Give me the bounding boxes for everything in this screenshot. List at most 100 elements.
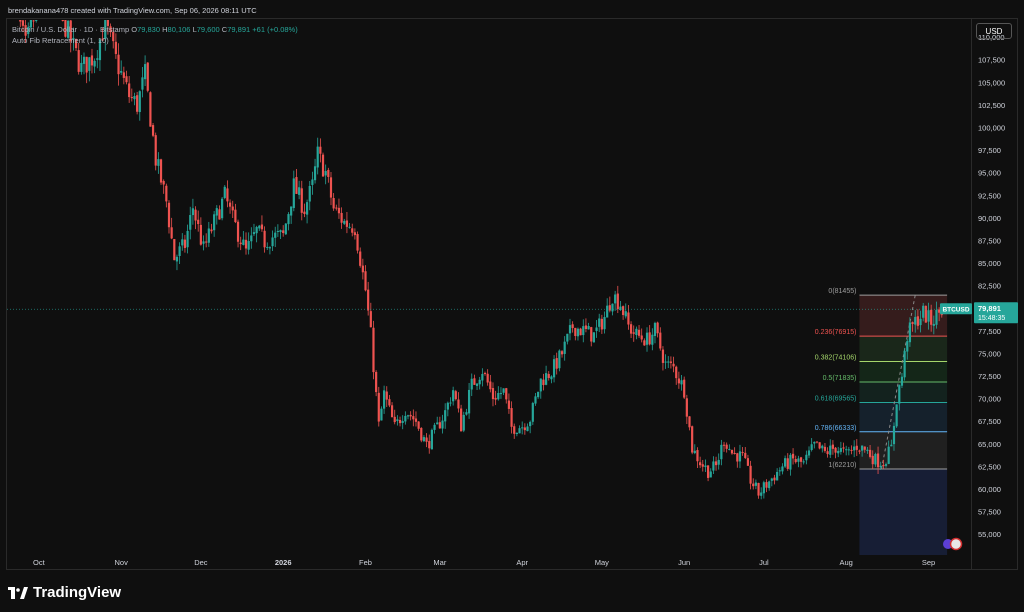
candle-body (406, 415, 410, 417)
candle-body (242, 239, 245, 245)
candle-body (685, 398, 688, 417)
candle-body (677, 378, 680, 384)
candle-body (247, 241, 250, 250)
candle-body (452, 390, 455, 402)
candle-body (762, 482, 765, 494)
candle-body (298, 187, 301, 195)
candle-body (728, 448, 731, 450)
candle-body (653, 322, 657, 337)
candle-body (938, 309, 941, 313)
candle-body (356, 234, 359, 251)
candle-body (579, 328, 582, 336)
fib-zone (859, 402, 948, 432)
candle-body (927, 310, 930, 322)
candle-body (175, 256, 179, 262)
price-tick-label: 90,000 (978, 214, 1001, 223)
candle-body (624, 311, 627, 317)
candle-body (863, 446, 866, 450)
price-tick-label: 107,500 (978, 56, 1005, 65)
time-tick-label: Oct (33, 558, 46, 567)
candle-body (781, 466, 784, 472)
candle-body (542, 379, 545, 386)
candle-body (80, 62, 83, 72)
candle-body (207, 228, 210, 243)
price-tick-label: 87,500 (978, 236, 1001, 245)
legend-change: +61 (+0.08%) (252, 25, 298, 34)
candle-body (194, 209, 197, 221)
candle-body (181, 239, 184, 246)
candle-body (746, 458, 750, 466)
candle-body (720, 444, 723, 460)
candle-body (595, 327, 598, 331)
candle-body (598, 318, 601, 327)
candle-body (441, 420, 444, 429)
candle-body (436, 422, 439, 425)
candle-body (874, 454, 877, 465)
candle-body (773, 477, 776, 481)
candle-body (558, 350, 561, 369)
candle-body (364, 271, 367, 291)
candle-body (563, 341, 566, 354)
candle-body (433, 424, 436, 430)
candle-body (587, 326, 590, 330)
candle-body (691, 426, 694, 453)
candle-body (837, 450, 840, 454)
candle-body (675, 366, 678, 379)
event-icons (943, 537, 963, 551)
candle-body (754, 482, 757, 486)
candle-body (823, 446, 827, 451)
legend-symbol-row[interactable]: Bitcoin / U.S. Dollar · 1D · Bitstamp O7… (12, 24, 298, 35)
candle-body (940, 314, 943, 316)
candle-body (651, 334, 654, 345)
candle-body (460, 408, 463, 432)
candle-body (932, 323, 935, 326)
time-tick-label: Feb (359, 558, 372, 567)
candle-body (744, 452, 747, 458)
candle-body (122, 72, 125, 78)
fib-level-label: 0(81455) (828, 288, 856, 295)
fib-level-label: 1(62210) (828, 462, 856, 469)
candle-body (345, 220, 349, 227)
candle-body (263, 230, 266, 248)
candle-body (584, 325, 588, 330)
legend-close-value: 79,891 (227, 25, 251, 34)
price-tick-label: 100,000 (978, 123, 1005, 132)
candle-body (919, 318, 922, 326)
candle-body (313, 166, 317, 181)
time-tick-label: 2026 (275, 558, 292, 567)
candle-body (234, 209, 237, 223)
candle-body (555, 358, 558, 369)
candle-body (590, 327, 593, 342)
candle-body (329, 177, 333, 198)
legend-indicator[interactable]: Auto Fib Retracement (1, 10) (12, 35, 298, 46)
candle-body (367, 289, 370, 311)
candle-body (924, 305, 927, 323)
candle-body (319, 146, 322, 154)
candle-body (730, 449, 734, 454)
time-tick-label: Nov (115, 558, 129, 567)
tradingview-brand[interactable]: TradingView (8, 584, 121, 601)
candle-body (797, 458, 800, 462)
price-tick-label: 70,000 (978, 395, 1001, 404)
price-tick-label: 82,500 (978, 282, 1001, 291)
candle-body (868, 449, 872, 457)
candle-body (266, 246, 269, 248)
candle-body (292, 178, 295, 208)
candle-body (606, 305, 609, 318)
candle-body (290, 206, 293, 216)
candle-body (786, 458, 789, 469)
candle-body (574, 327, 577, 336)
candle-body (475, 383, 479, 386)
candle-body (539, 378, 542, 392)
candle-body (749, 465, 752, 484)
currency-button[interactable]: USD (976, 23, 1012, 39)
candle-body (552, 359, 556, 378)
candle-body (866, 449, 869, 451)
candle-body (444, 410, 447, 422)
candle-body (226, 188, 229, 202)
candle-body (871, 455, 874, 465)
candle-body (380, 408, 383, 421)
candle-body (199, 224, 202, 245)
candle-body (337, 207, 341, 214)
candle-body (566, 333, 569, 342)
